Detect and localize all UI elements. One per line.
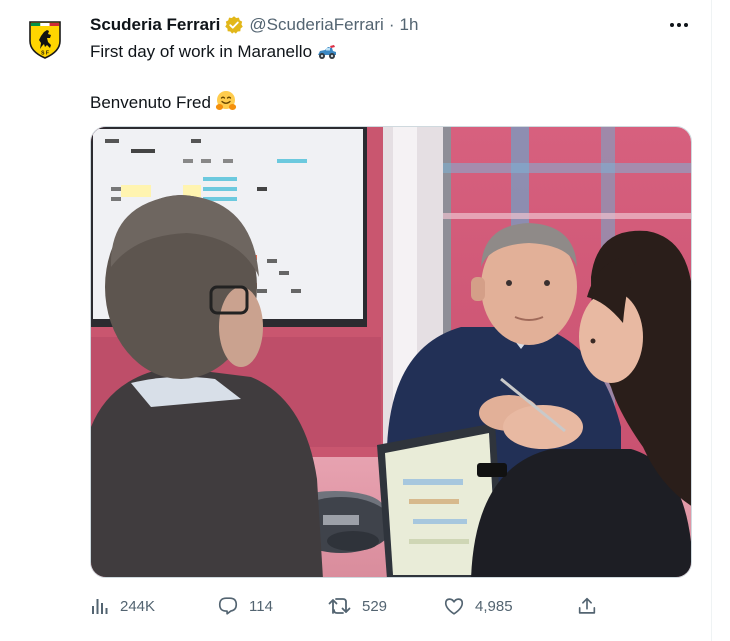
retweet-icon	[328, 598, 351, 614]
analytics-icon	[92, 599, 108, 614]
tweet-text-2: Benvenuto Fred	[90, 93, 211, 112]
hugging-face-emoji-icon	[215, 90, 237, 117]
separator-dot: ·	[388, 15, 395, 34]
share-icon	[578, 597, 596, 614]
reply-count: 114	[249, 597, 273, 615]
tweet-card[interactable]: S F Scuderia Ferrari @ScuderiaFerrari · …	[0, 0, 712, 641]
reply-button[interactable]: 114	[217, 592, 273, 620]
ferrari-logo-icon: S F	[29, 21, 61, 59]
views-button[interactable]: 244K	[90, 592, 155, 620]
tweet-photo[interactable]	[90, 126, 692, 578]
heart-icon	[444, 598, 464, 615]
handle[interactable]: @ScuderiaFerrari	[249, 15, 383, 35]
like-button[interactable]: 4,985	[443, 592, 513, 620]
retweet-count: 529	[362, 597, 388, 615]
tweet-actions: 244K 114 529 4,985	[90, 592, 610, 620]
more-options-icon[interactable]	[665, 12, 693, 38]
like-count: 4,985	[475, 597, 513, 615]
racing-car-emoji-icon	[316, 43, 338, 66]
views-count: 244K	[120, 597, 156, 615]
verified-badge-icon	[224, 15, 244, 35]
tweet-header: Scuderia Ferrari @ScuderiaFerrari · 1h	[90, 14, 418, 36]
svg-text:S F: S F	[41, 51, 49, 57]
tweet-text-line-2: Benvenuto Fred	[90, 90, 237, 117]
avatar[interactable]: S F	[20, 14, 70, 64]
tweet-text-1: First day of work in Maranello	[90, 42, 313, 61]
retweet-button[interactable]: 529	[328, 592, 387, 620]
share-button[interactable]	[576, 592, 598, 620]
display-name[interactable]: Scuderia Ferrari	[90, 15, 220, 35]
tweet-text-line-1: First day of work in Maranello	[90, 42, 338, 66]
timestamp[interactable]: 1h	[399, 15, 418, 35]
meeting-photo	[91, 127, 691, 577]
reply-icon	[218, 597, 238, 615]
